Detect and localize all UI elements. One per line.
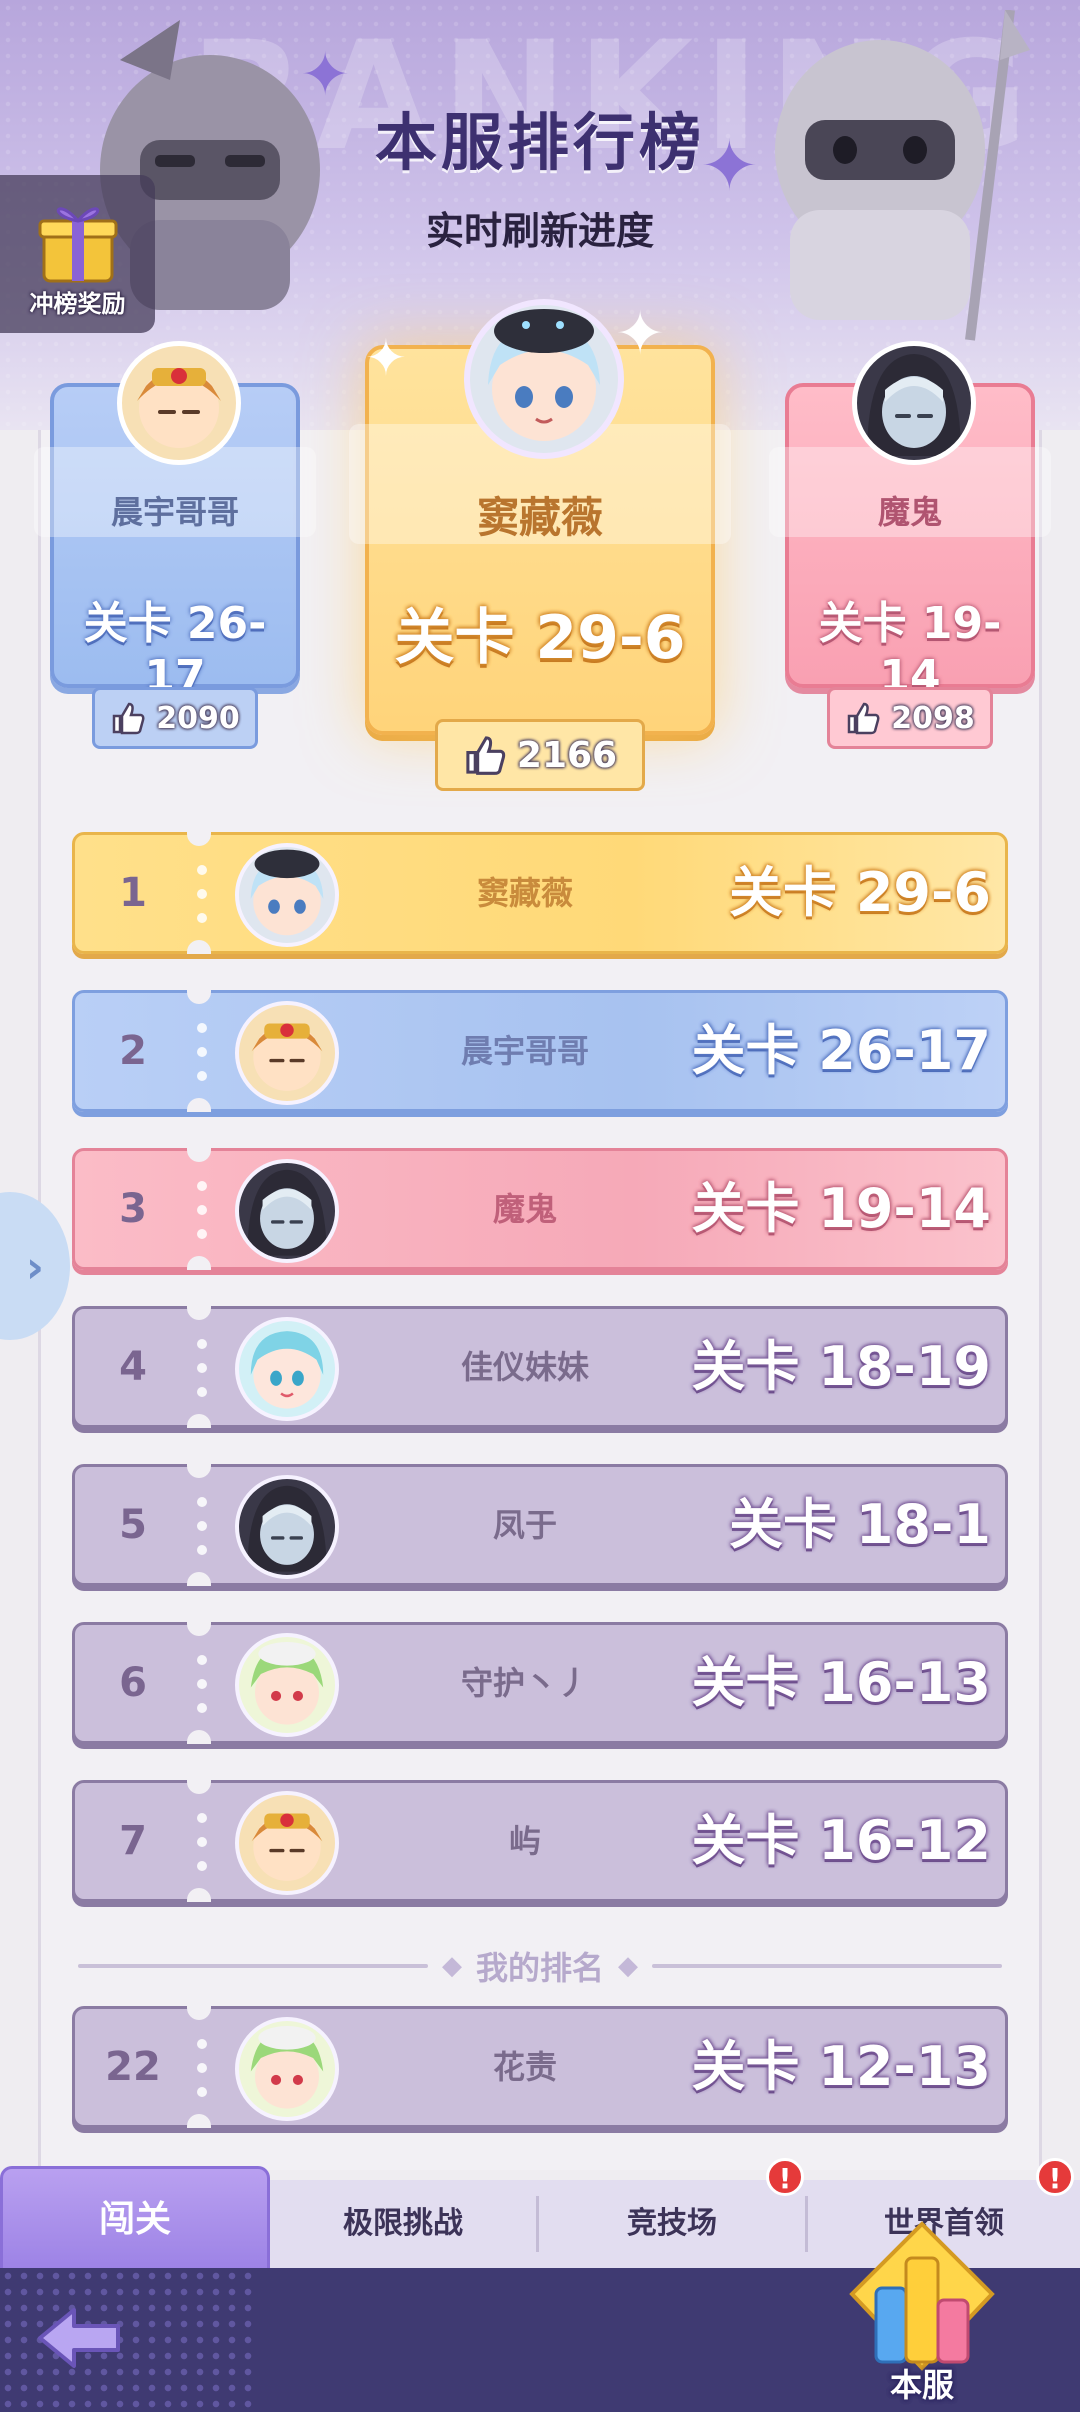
my-ranking-row[interactable]: 22 花责 关卡 12-13	[72, 2006, 1008, 2128]
like-count: 2090	[156, 700, 240, 736]
player-level: 关卡 16-12	[691, 1809, 991, 1872]
page-title: 本服排行榜	[374, 106, 705, 179]
ranking-row[interactable]: 6 守护丶丿 关卡 16-13	[72, 1622, 1008, 1744]
rank-number: 7	[119, 1818, 147, 1864]
thumbs-up-icon	[848, 702, 880, 735]
rank-number: 1	[119, 870, 147, 916]
avatar	[117, 341, 241, 465]
player-name: 守护丶丿	[460, 1664, 589, 1702]
like-button[interactable]: 2166	[435, 719, 645, 791]
player-name: 窦藏薇	[476, 874, 573, 912]
ranking-row[interactable]: 2 晨宇哥哥 关卡 26-17	[72, 990, 1008, 1112]
podium-name: 窦藏薇	[476, 493, 603, 542]
tab-stage[interactable]: 闯关	[0, 2166, 270, 2268]
player-name: 晨宇哥哥	[460, 1032, 589, 1070]
podium-level: 关卡 19-14	[818, 598, 1002, 702]
player-level: 关卡 19-14	[691, 1177, 991, 1240]
alert-badge-icon: !	[1036, 2158, 1074, 2196]
rank-number: 4	[119, 1344, 147, 1390]
my-rank-divider: ◆ 我的排名 ◆	[78, 1946, 1003, 1987]
diamond-icon: ◆	[442, 1951, 462, 1981]
ranking-row[interactable]: 5 凤于 关卡 18-1	[72, 1464, 1008, 1586]
player-level: 关卡 12-13	[691, 2035, 991, 2098]
avatar	[235, 1159, 339, 1263]
tab-arena[interactable]: 竞技场	[539, 2180, 805, 2268]
rank-reward-label: 冲榜奖励	[29, 290, 126, 318]
avatar	[235, 1475, 339, 1579]
thumbs-up-icon	[466, 736, 506, 775]
like-button[interactable]: 2098	[827, 687, 993, 749]
server-trophy-icon	[849, 2221, 995, 2371]
like-count: 2166	[516, 734, 618, 776]
avatar	[235, 2017, 339, 2121]
page-subtitle: 实时刷新进度	[425, 209, 654, 253]
player-name: 魔鬼	[492, 1190, 557, 1228]
podium-third[interactable]: 魔鬼 关卡 19-14 2098	[769, 341, 1051, 749]
my-rank-label: 我的排名	[476, 1949, 605, 1987]
like-button[interactable]: 2090	[92, 687, 258, 749]
player-name: 佳仪妹妹	[460, 1348, 589, 1386]
ranking-row[interactable]: 7 屿 关卡 16-12	[72, 1780, 1008, 1902]
podium-first[interactable]: ✦ ✦ 窦藏薇 关卡 29-6 2166	[349, 299, 731, 791]
chevron-right-icon: ›	[25, 1242, 44, 1293]
rank-reward-button[interactable]: 冲榜奖励	[0, 175, 155, 333]
tab-extreme-challenge[interactable]: 极限挑战	[270, 2180, 536, 2268]
diamond-icon: ◆	[618, 1951, 639, 1981]
sparkle-icon: ✦	[365, 329, 407, 387]
player-level: 关卡 18-1	[729, 1493, 991, 1556]
avatar	[235, 1791, 339, 1895]
avatar	[235, 1633, 339, 1737]
rank-number: 5	[119, 1502, 147, 1548]
server-rank-button[interactable]: 本服	[842, 2218, 1002, 2412]
thumbs-up-icon	[113, 702, 145, 735]
alert-badge-icon: !	[766, 2158, 804, 2196]
bottom-nav-bar: 本服	[0, 2221, 1080, 2412]
avatar	[852, 341, 976, 465]
player-level: 关卡 29-6	[729, 861, 991, 924]
rank-number: 6	[119, 1660, 147, 1706]
player-name: 凤于	[492, 1506, 557, 1544]
player-level: 关卡 26-17	[691, 1019, 991, 1082]
rank-number: 22	[105, 2044, 161, 2090]
podium-name: 魔鬼	[877, 493, 942, 531]
rank-number: 2	[119, 1028, 147, 1074]
avatar	[464, 299, 624, 459]
avatar	[235, 843, 339, 947]
like-count: 2098	[891, 700, 975, 736]
player-level: 关卡 18-19	[691, 1335, 991, 1398]
sparkle-icon: ✦	[615, 299, 666, 369]
gift-box-icon	[38, 207, 118, 283]
podium-second[interactable]: 晨宇哥哥 关卡 26-17 2090	[34, 341, 316, 749]
ranking-row[interactable]: 3 魔鬼 关卡 19-14	[72, 1148, 1008, 1270]
podium-level: 关卡 26-17	[83, 598, 267, 702]
player-name: 屿	[508, 1822, 541, 1860]
player-name: 花责	[492, 2048, 557, 2086]
ranking-row[interactable]: 4 佳仪妹妹 关卡 18-19	[72, 1306, 1008, 1428]
avatar	[235, 1317, 339, 1421]
podium-level: 关卡 29-6	[394, 603, 686, 673]
avatar	[235, 1001, 339, 1105]
back-arrow-icon[interactable]	[30, 2298, 130, 2378]
server-label: 本服	[889, 2366, 954, 2404]
podium-name: 晨宇哥哥	[110, 493, 239, 531]
rank-number: 3	[119, 1186, 147, 1232]
ranking-row[interactable]: 1 窦藏薇 关卡 29-6	[72, 832, 1008, 954]
player-level: 关卡 16-13	[691, 1651, 991, 1714]
